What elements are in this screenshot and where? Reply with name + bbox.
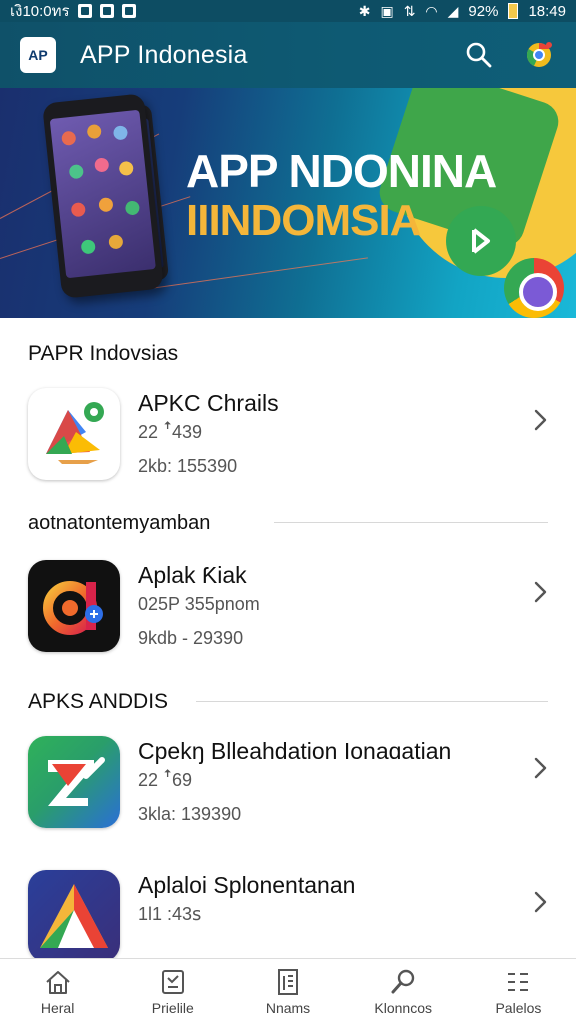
data-icon: ⇅ (403, 3, 416, 19)
document-icon (278, 968, 298, 995)
promo-banner[interactable]: APP NDONINA IIINDOMSIA (0, 88, 576, 318)
section-header: APKS ANDDIS (28, 690, 169, 713)
section-divider (196, 701, 548, 702)
location-pin-icon (446, 206, 516, 276)
wifi-icon: ◠ (425, 3, 438, 19)
status-left: เงิ10:0ทร (10, 0, 136, 23)
app-logo-text: AP (28, 47, 48, 63)
chrome-icon (526, 42, 552, 67)
app-logo: AP (20, 37, 56, 73)
chrome-button[interactable] (522, 38, 556, 72)
list-item[interactable]: Cpekŋ Blleahdation Ionaɑatian 22 ꜛ69 3kl… (0, 736, 576, 846)
app-title: APP Indonesia (80, 40, 248, 69)
nav-label: Prielile (151, 999, 194, 1016)
phone-screen (49, 109, 156, 279)
battery-icon (508, 3, 519, 19)
chevron-right-icon[interactable] (528, 580, 552, 604)
item-title: APKC Chrails (138, 390, 279, 416)
item-subtitle: 22 ꜛ439 (138, 422, 203, 442)
app-dot-icon (68, 163, 85, 180)
bottom-navigation: Heral Prielile Nnams Klonncos Palelos (0, 958, 576, 1024)
app-dot-icon (108, 234, 124, 250)
search-icon (391, 969, 415, 993)
status-bar: เงิ10:0ทร ✱ ▣ ⇅ ◠ ◢ 92% 18:49 (0, 0, 576, 22)
appbar-actions (462, 38, 556, 72)
list-icon (508, 972, 529, 991)
battery-percent: 92% (468, 2, 499, 20)
app-dot-icon (94, 157, 110, 173)
section-header: aotnatontemyamban (28, 512, 211, 534)
app-dot-icon (70, 201, 86, 218)
status-right: ✱ ▣ ⇅ ◠ ◢ 92% 18:49 (359, 3, 566, 20)
app-dot-icon (112, 125, 129, 141)
chrome-icon (504, 258, 564, 318)
item-size: 3kla: 139390 (138, 804, 242, 824)
item-size: 2kb: 155390 (138, 456, 238, 476)
nav-label: Heral (40, 999, 75, 1016)
item-size: 9kdb - 29390 (138, 628, 244, 648)
notification-icon (99, 4, 114, 18)
nav-item-list[interactable]: Palelos (461, 959, 576, 1024)
bluetooth-icon: ✱ (358, 3, 371, 19)
item-subtitle: 025P 355pnom (138, 594, 260, 614)
app-bar: AP APP Indonesia (0, 22, 576, 88)
nav-item-profile[interactable]: Prielile (115, 959, 230, 1024)
chevron-right-icon[interactable] (528, 408, 552, 432)
app-dot-icon (118, 160, 134, 177)
nav-item-documents[interactable]: Nnams (230, 959, 345, 1024)
notification-icon (121, 4, 136, 18)
search-icon (466, 42, 492, 68)
banner-line (149, 257, 368, 289)
list-item[interactable]: Aplaloi Splonentanan 1l1 :43ꜱ (0, 870, 576, 962)
banner-headline: APP NDONINA (186, 145, 497, 197)
chevron-right-icon[interactable] (528, 890, 552, 914)
banner-subheadline: IIINDOMSIA (186, 196, 421, 245)
vibrate-icon: ▣ (380, 3, 394, 19)
app-dot-icon (86, 123, 102, 140)
app-icon (28, 736, 120, 828)
phone-illustration (42, 93, 164, 299)
list-item[interactable]: APKC Chrails 22 ꜛ439 2kb: 155390 (0, 388, 576, 498)
app-icon (28, 388, 120, 480)
list-item[interactable]: Aplak Ƙiak 025P 355pnom 9kdb - 29390 (0, 560, 576, 670)
app-dot-icon (124, 200, 141, 216)
section-header: PAPR Indovsias (28, 342, 179, 365)
colorful-a-icon (43, 581, 103, 635)
nav-item-home[interactable]: Heral (0, 959, 115, 1024)
app-icon (28, 870, 120, 962)
item-subtitle: 1l1 :43ꜱ (138, 904, 202, 924)
app-dot-icon (80, 239, 96, 255)
search-button[interactable] (462, 38, 496, 72)
item-subtitle: 22 ꜛ69 (138, 770, 193, 790)
item-title: Aplak Ƙiak (138, 562, 247, 588)
status-left-text: เงิ10:0ทร (10, 3, 70, 20)
profile-icon (161, 969, 184, 994)
app-dot-icon (98, 197, 114, 213)
triangle-logo-icon (40, 884, 108, 948)
green-arrow-icon (48, 757, 105, 806)
chevron-right-icon[interactable] (528, 756, 552, 780)
app-icon (28, 560, 120, 652)
item-title: Aplaloi Splonentanan (138, 872, 356, 898)
nav-label: Palelos (495, 999, 542, 1016)
signal-icon: ◢ (447, 3, 459, 19)
status-time: 18:49 (528, 2, 566, 20)
home-icon (45, 970, 70, 994)
google-maps-like-icon (46, 402, 104, 464)
play-arrow-icon (472, 228, 490, 254)
section-divider (274, 522, 548, 523)
nav-label: Nnams (265, 999, 311, 1016)
app-dot-icon (61, 130, 77, 146)
nav-item-search[interactable]: Klonncos (346, 959, 461, 1024)
item-title: Cpekŋ Blleahdation Ionaɑatian (138, 738, 452, 764)
notification-icon (77, 4, 92, 18)
nav-label: Klonncos (374, 999, 432, 1016)
